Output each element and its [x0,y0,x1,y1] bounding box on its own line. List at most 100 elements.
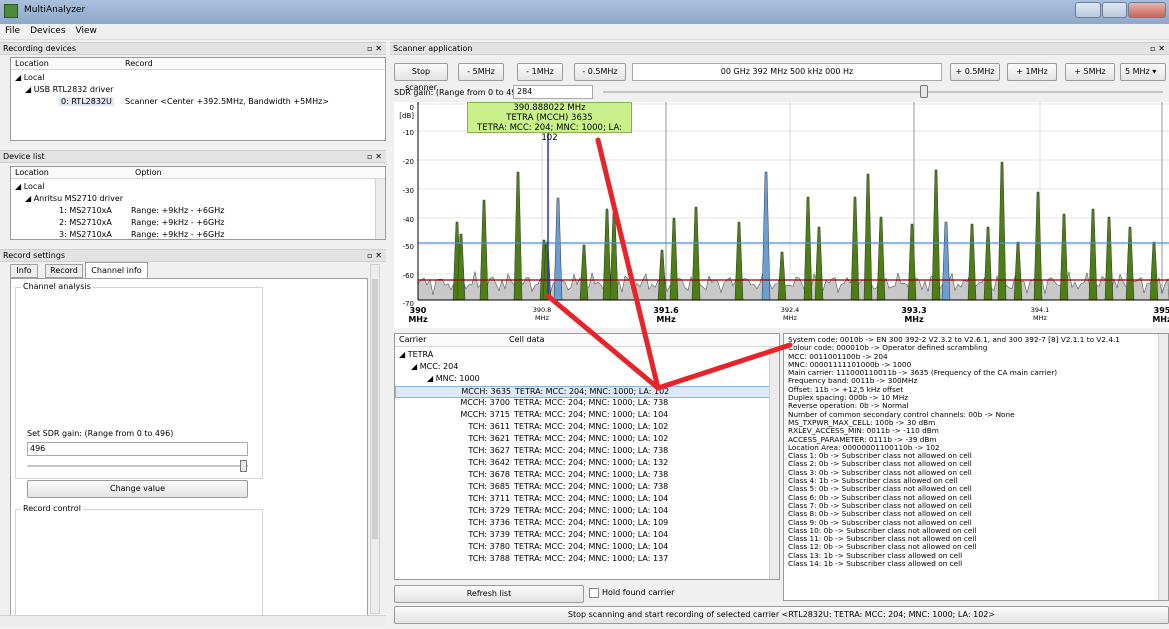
carrier-tree[interactable]: Carrier Cell data ◢ TETRA ◢ MCC: 204 ◢ M… [394,333,780,580]
hold-carrier-checkbox[interactable] [589,588,599,598]
change-value-button[interactable]: Change value [27,480,248,498]
cell-data: TETRA: MCC: 204; MNC: 1000; LA: 738 [514,398,669,407]
device-name[interactable]: 2: MS2710xA [59,218,112,227]
tab-channel-info[interactable]: Channel info [85,262,148,279]
close-button[interactable] [1128,2,1166,18]
dock-controls-icon[interactable]: ▫ ✕ [1150,43,1165,54]
carrier-row[interactable]: TCH: 3739 TETRA: MCC: 204; MNC: 1000; LA:… [395,530,771,542]
device-list-tree[interactable]: Location Option ◢ Local ◢ Anritsu MS2710… [10,166,386,240]
scrollbar[interactable] [769,347,779,579]
device-list-title: Device list [3,152,45,161]
bandwidth-select[interactable]: 5 MHz ▾ [1120,63,1166,81]
title-bar: MultiAnalyzer [0,0,1169,24]
cell-data: TETRA: MCC: 204; MNC: 1000; LA: 102 [514,422,669,431]
device-name[interactable]: 3: MS2710xA [59,230,112,239]
carrier-row[interactable]: MCCH: 3635 TETRA: MCC: 204; MNC: 1000; LA… [395,386,771,398]
tab-record[interactable]: Record [45,264,83,278]
cell-data: TETRA: MCC: 204; MNC: 1000; LA: 738 [514,470,669,479]
carrier-row[interactable]: TCH: 3788 TETRA: MCC: 204; MNC: 1000; LA:… [395,554,771,566]
carrier-row[interactable]: TCH: 3736 TETRA: MCC: 204; MNC: 1000; LA:… [395,518,771,530]
tree-item-mcc[interactable]: ◢ MCC: 204 [411,362,458,371]
carrier-id: TCH: 3611 [468,422,510,431]
y-tick-label: [dB] [399,112,414,120]
y-tick-label: 0 [409,104,414,112]
sdr-gain-slider[interactable] [603,91,1163,93]
minus-05mhz-button[interactable]: - 0.5MHz [574,63,626,81]
plus-05mhz-button[interactable]: + 0.5MHz [950,63,1000,81]
sdr-gain-input[interactable]: 284 [513,85,593,99]
column-record: Record [125,59,153,68]
cell-data: TETRA: MCC: 204; MNC: 1000; LA: 738 [514,482,669,491]
cell-data: TETRA: MCC: 204; MNC: 1000; LA: 738 [514,446,669,455]
sdr-gain-slider-handle[interactable] [919,85,928,98]
vertical-scrollbar[interactable] [370,264,380,614]
carrier-row[interactable]: MCCH: 3700 TETRA: MCC: 204; MNC: 1000; LA… [395,398,771,410]
tree-item-record: Scanner <Center +392.5MHz, Bandwidth +5M… [125,97,329,106]
carrier-row[interactable]: TCH: 3685 TETRA: MCC: 204; MNC: 1000; LA:… [395,482,771,494]
carrier-row[interactable]: TCH: 3678 TETRA: MCC: 204; MNC: 1000; LA:… [395,470,771,482]
minus-5mhz-button[interactable]: - 5MHz [458,63,504,81]
device-list-header: Device list ▫ ✕ [0,150,386,163]
dock-controls-icon[interactable]: ▫ ✕ [367,43,382,54]
stop-and-record-button[interactable]: Stop scanning and start recording of sel… [394,606,1169,624]
scrollbar[interactable] [375,179,385,239]
scrollbar[interactable] [1158,334,1168,600]
carrier-id: TCH: 3627 [468,446,510,455]
refresh-list-button[interactable]: Refresh list [394,585,584,603]
cell-info-panel[interactable]: System code: 0010b -> EN 300 392-2 V2.3.… [783,333,1169,601]
tree-item-local[interactable]: ◢ Local [15,73,44,82]
tree-item-driver[interactable]: ◢ Anritsu MS2710 driver [25,194,123,203]
column-option: Option [135,168,162,177]
plus-5mhz-button[interactable]: + 5MHz [1065,63,1115,81]
carrier-id: TCH: 3780 [468,542,510,551]
device-name[interactable]: 1: MS2710xA [59,206,112,215]
plus-1mhz-button[interactable]: + 1MHz [1007,63,1057,81]
carrier-row[interactable]: TCH: 3642 TETRA: MCC: 204; MNC: 1000; LA:… [395,458,771,470]
carrier-row[interactable]: TCH: 3780 TETRA: MCC: 204; MNC: 1000; LA:… [395,542,771,554]
dock-controls-icon[interactable]: ▫ ✕ [367,250,382,261]
gain-slider-track[interactable] [27,465,248,467]
menu-view[interactable]: View [71,24,102,38]
cell-data: TETRA: MCC: 204; MNC: 1000; LA: 109 [514,518,669,527]
carrier-row[interactable]: TCH: 3621 TETRA: MCC: 204; MNC: 1000; LA:… [395,434,771,446]
tree-header: Location Record [11,58,385,70]
tree-item-device[interactable]: 0: RTL2832U [59,97,114,106]
recording-devices-tree[interactable]: Location Record ◢ Local ◢ USB RTL2832 dr… [10,57,386,141]
carrier-id: TCH: 3711 [468,494,510,503]
tab-info[interactable]: Info [10,264,38,278]
carrier-row[interactable]: TCH: 3611 TETRA: MCC: 204; MNC: 1000; LA:… [395,422,771,434]
menu-file[interactable]: File [0,24,25,38]
cell-data: TETRA: MCC: 204; MNC: 1000; LA: 104 [514,410,669,419]
minimize-button[interactable] [1075,2,1101,18]
scrollbar-thumb[interactable] [372,279,378,539]
minus-1mhz-button[interactable]: - 1MHz [517,63,563,81]
y-tick-label: -30 [402,187,414,195]
dock-controls-icon[interactable]: ▫ ✕ [367,151,382,162]
tree-item-tetra[interactable]: ◢ TETRA [399,350,433,359]
window-title: MultiAnalyzer [24,5,86,15]
carrier-row[interactable]: TCH: 3729 TETRA: MCC: 204; MNC: 1000; LA:… [395,506,771,518]
frequency-field[interactable]: 00 GHz 392 MHz 500 kHz 000 Hz [632,63,942,81]
carrier-row[interactable]: TCH: 3711 TETRA: MCC: 204; MNC: 1000; LA:… [395,494,771,506]
horizontal-scrollbar[interactable] [0,615,386,625]
y-tick-label: -50 [402,243,414,251]
carrier-row[interactable]: TCH: 3627 TETRA: MCC: 204; MNC: 1000; LA:… [395,446,771,458]
tree-header: Carrier Cell data [395,334,779,347]
sdr-gain-label: SDR gain: (Range from 0 to 496) [394,88,525,97]
tree-item-local[interactable]: ◢ Local [15,182,44,191]
gain-slider-handle[interactable] [240,460,247,472]
menu-devices[interactable]: Devices [25,24,70,38]
maximize-button[interactable] [1102,2,1127,18]
scanner-header: Scanner application ▫ ✕ [390,42,1169,55]
gain-input[interactable]: 496 [27,442,248,456]
carrier-row[interactable]: MCCH: 3715 TETRA: MCC: 204; MNC: 1000; LA… [395,410,771,422]
menu-bar: File Devices View [0,24,1169,40]
tree-item-mnc[interactable]: ◢ MNC: 1000 [427,374,480,383]
scanner-title: Scanner application [393,44,473,53]
x-tick-label: 392.4 MHz [780,306,800,322]
cell-data: TETRA: MCC: 204; MNC: 1000; LA: 104 [514,530,669,539]
stop-scanner-button[interactable]: Stop scanner [394,63,448,92]
tree-item-driver[interactable]: ◢ USB RTL2832 driver [25,85,113,94]
carrier-id: TCH: 3621 [468,434,510,443]
carrier-id: TCH: 3736 [468,518,510,527]
